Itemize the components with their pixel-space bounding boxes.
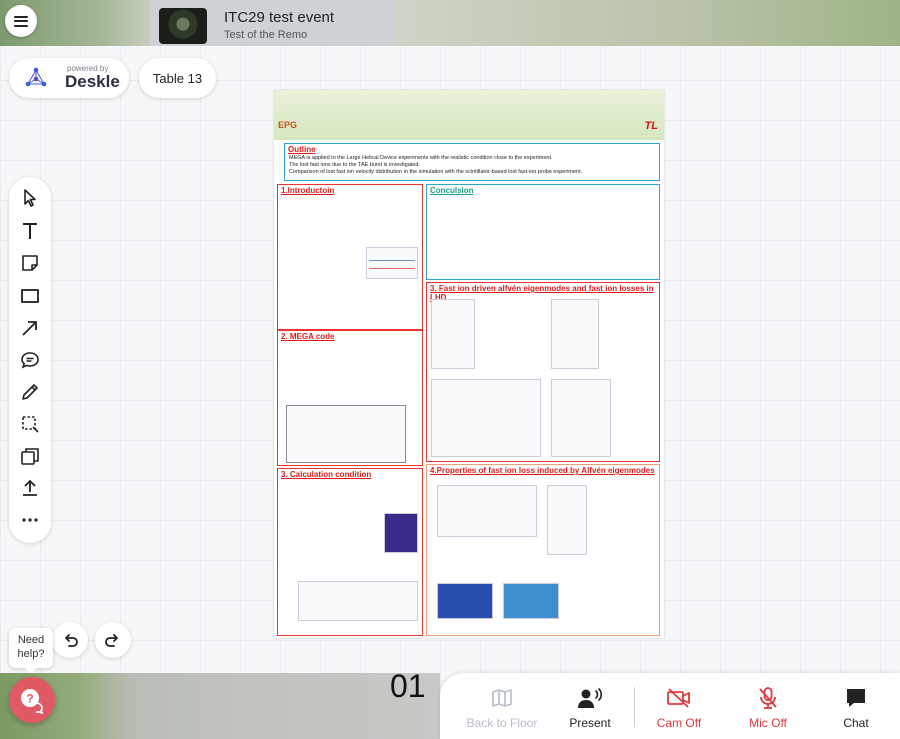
layers-icon[interactable] [17, 443, 43, 469]
help-button[interactable]: ? [9, 677, 55, 723]
more-icon[interactable] [17, 507, 43, 533]
poster-image[interactable]: EPG TL Outline MEGA is applied to the La… [274, 90, 664, 638]
poster-section-intro: 1.Introductoin [277, 184, 423, 330]
rectangle-icon[interactable] [17, 283, 43, 309]
map-icon [492, 689, 512, 707]
brand-logo[interactable]: powered by Deskle [9, 58, 129, 98]
present-button[interactable]: Present [550, 685, 630, 733]
mega-title: 2. MEGA code [281, 332, 335, 341]
poster-logo-right: TL [644, 120, 658, 132]
poster-section-conclusion: Conculsion [426, 184, 660, 280]
undo-button[interactable] [52, 622, 88, 658]
cam-off-button[interactable]: Cam Off [639, 685, 719, 733]
poster-section-4: 4.Properties of fast ion loss induced by… [426, 464, 660, 636]
floor-number: 01 [390, 668, 426, 704]
hamburger-icon [14, 15, 28, 27]
cam-off-label: Cam Off [656, 716, 702, 730]
event-info: ITC29 test event Test of the Remo [150, 0, 395, 46]
mic-off-icon [759, 687, 777, 709]
top-bar: ITC29 test event Test of the Remo [0, 0, 900, 46]
drawing-toolbar [9, 177, 51, 543]
mic-off-button[interactable]: Mic Off [728, 685, 808, 733]
menu-button[interactable] [5, 5, 37, 37]
poster-header [274, 90, 664, 140]
help-tooltip: Need help? [9, 628, 53, 674]
redo-icon [105, 634, 118, 647]
back-to-floor-label: Back to Floor [466, 716, 538, 730]
chat-label: Chat [843, 716, 869, 730]
conclusion-title: Conculsion [430, 186, 474, 195]
redo-button[interactable] [95, 622, 131, 658]
chat-button[interactable]: Chat [816, 685, 896, 733]
upload-icon[interactable] [17, 475, 43, 501]
arrow-icon[interactable] [17, 315, 43, 341]
controls-divider [634, 687, 635, 727]
present-label: Present [569, 716, 611, 730]
brand-name: Deskle [65, 72, 120, 91]
svg-text:?: ? [26, 692, 33, 706]
poster-section-3: 3. Fast ion driven alfvén eigenmodes and… [426, 282, 660, 462]
sec4-title: 4.Properties of fast ion loss induced by… [430, 466, 655, 475]
poster-outline: Outline MEGA is applied to the Large Hel… [284, 143, 660, 181]
help-chat-icon: ? [21, 689, 44, 714]
poster-logo-left: EPG [278, 120, 298, 130]
mic-off-label: Mic Off [749, 716, 787, 730]
outline-title: Outline [288, 145, 316, 154]
poster-section-calc: 3. Calculation condition [277, 468, 423, 636]
deskle-logo-icon [25, 67, 47, 87]
event-title: ITC29 test event [224, 9, 335, 26]
pointer-icon[interactable] [17, 185, 43, 211]
undo-icon [65, 634, 78, 647]
camera-off-icon [667, 688, 690, 708]
comment-icon[interactable] [17, 347, 43, 373]
outline-item: MEGA is applied to the Large Helical Dev… [289, 155, 553, 161]
event-subtitle: Test of the Remo [224, 29, 308, 41]
table-label[interactable]: Table 13 [139, 58, 216, 98]
meeting-controls: Back to Floor Present Cam Off Mic Off Ch… [440, 673, 900, 739]
intro-title: 1.Introductoin [281, 186, 335, 195]
present-icon [578, 688, 603, 708]
outline-item: Comparison of lost fast ion velocity dis… [289, 169, 583, 175]
back-to-floor-button[interactable]: Back to Floor [462, 685, 542, 733]
pencil-icon[interactable] [17, 379, 43, 405]
chat-icon [847, 689, 865, 707]
text-icon[interactable] [17, 218, 43, 244]
poster-section-mega: 2. MEGA code [277, 330, 423, 466]
calc-title: 3. Calculation condition [281, 470, 372, 479]
outline-item: The lost fast ions due to the TAE burst … [289, 162, 420, 168]
select-area-icon[interactable] [17, 411, 43, 437]
event-thumbnail [159, 8, 207, 44]
sticky-note-icon[interactable] [17, 250, 43, 276]
